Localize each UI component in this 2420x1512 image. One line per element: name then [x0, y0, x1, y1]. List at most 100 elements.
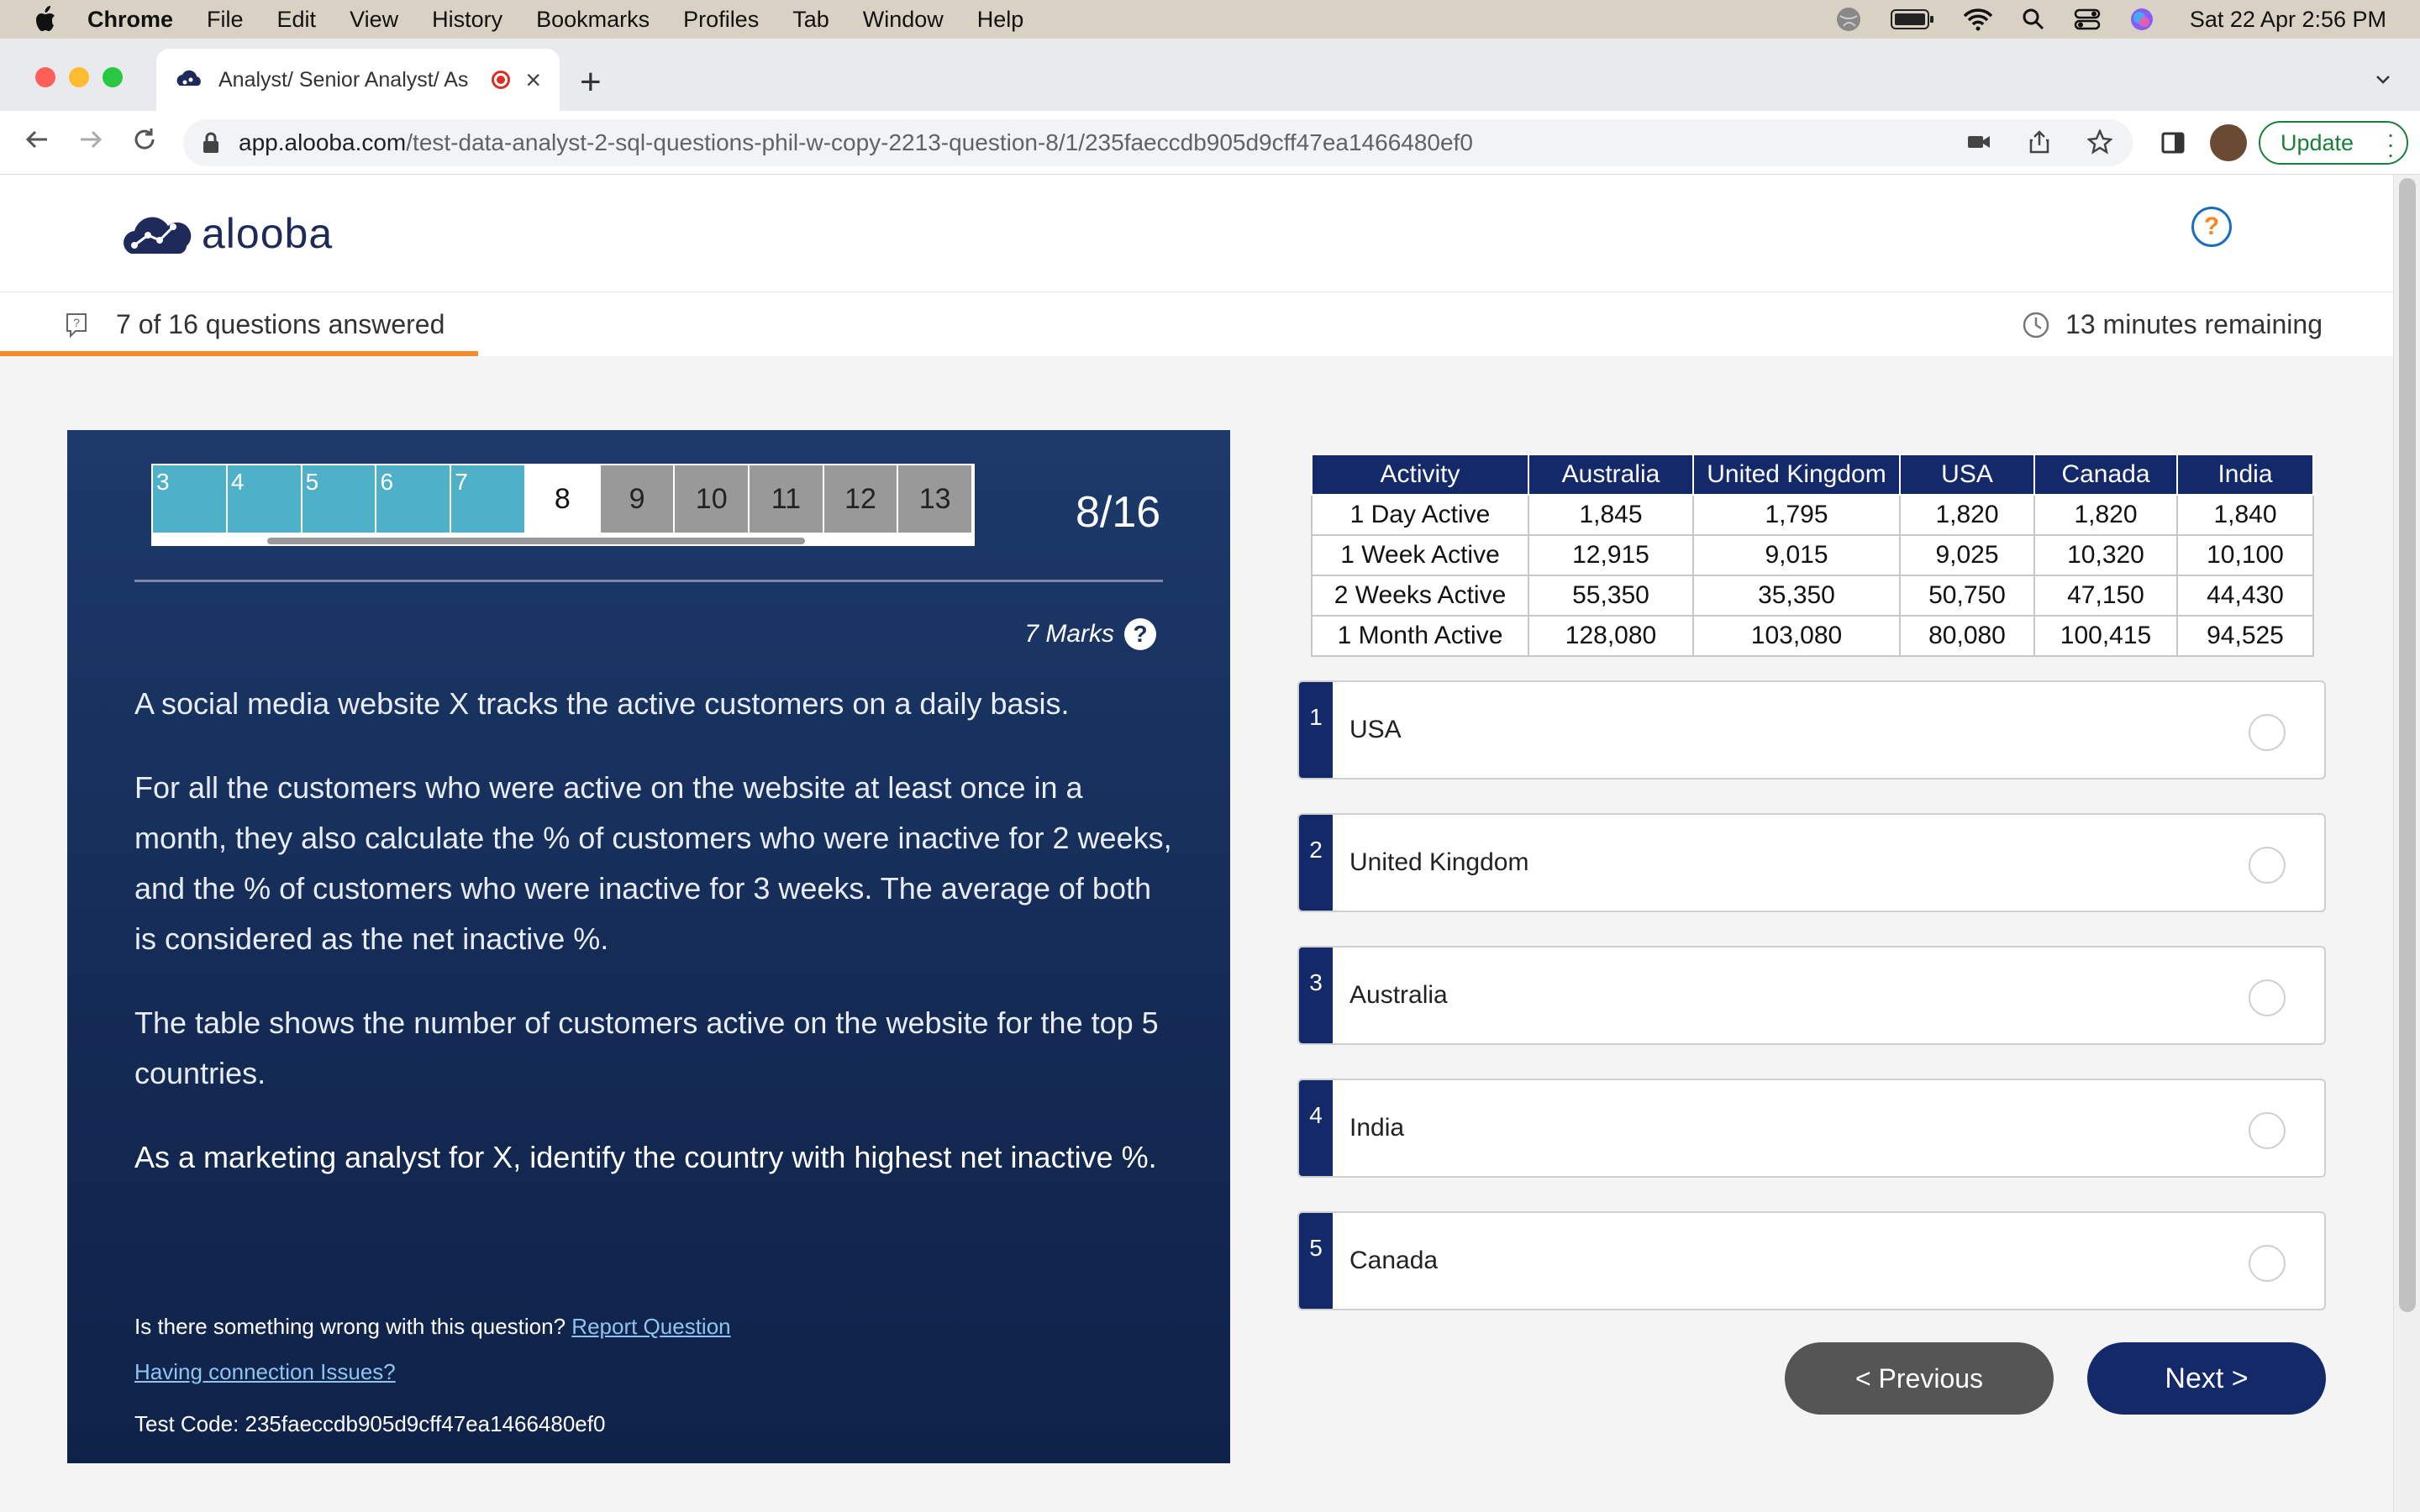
- menu-window[interactable]: Window: [863, 7, 944, 33]
- apple-icon[interactable]: [32, 5, 57, 34]
- table-cell: 47,150: [2033, 575, 2178, 617]
- omnibox-actions: [1966, 129, 2112, 155]
- question-paragraph: The table shows the number of customers …: [134, 1005, 1159, 1090]
- table-header-row: Activity Australia United Kingdom USA Ca…: [1311, 454, 2314, 496]
- table-row: 1 Month Active 128,080 103,080 80,080 100,41…: [1311, 615, 2314, 657]
- window-close-button[interactable]: [35, 67, 55, 87]
- reload-icon[interactable]: [131, 126, 158, 153]
- answered-text: 7 of 16 questions answered: [116, 309, 445, 339]
- new-tab-plus-icon[interactable]: +: [580, 64, 602, 101]
- marks-help-icon[interactable]: ?: [1124, 618, 1156, 650]
- table-row: 2 Weeks Active 55,350 35,350 50,750 47,150 44…: [1311, 575, 2314, 617]
- question-nav-cell[interactable]: 9: [600, 465, 676, 533]
- question-panel: 3 4 5 6 7 8 9 10 11 12 13 8/16 7 Marks ? A social …: [67, 430, 1230, 1463]
- camera-icon[interactable]: [1966, 129, 1991, 155]
- menu-tab[interactable]: Tab: [792, 7, 829, 33]
- report-line: Is there something wrong with this quest…: [134, 1314, 1176, 1340]
- tab-close-icon[interactable]: ×: [525, 65, 541, 96]
- profile-avatar[interactable]: [2210, 124, 2247, 161]
- connection-line: Having connection Issues?: [134, 1359, 1176, 1385]
- question-nav-cell[interactable]: 13: [898, 465, 973, 533]
- menu-view[interactable]: View: [350, 7, 398, 33]
- question-nav-cell[interactable]: 4: [227, 465, 302, 533]
- bookmark-star-icon[interactable]: [2087, 129, 2112, 155]
- table-header: USA: [1899, 454, 2035, 496]
- question-nav-cell[interactable]: 6: [376, 465, 452, 533]
- question-nav-cell[interactable]: 11: [750, 465, 824, 533]
- update-button-label: Update: [2281, 129, 2354, 155]
- menu-edit[interactable]: Edit: [277, 7, 317, 33]
- side-panel-icon[interactable]: [2161, 131, 2185, 155]
- page-scrollbar-thumb[interactable]: [2399, 178, 2416, 1312]
- option-label: India: [1349, 1114, 1405, 1142]
- option-radio[interactable]: [2249, 1112, 2286, 1149]
- answer-option[interactable]: 1 USA: [1297, 680, 2326, 780]
- share-icon[interactable]: [2027, 129, 2052, 155]
- question-nav-cell[interactable]: 7: [451, 465, 527, 533]
- question-nav-cell[interactable]: 8: [526, 465, 601, 533]
- option-radio[interactable]: [2249, 979, 2286, 1016]
- tab-title: Analyst/ Senior Analyst/ As: [218, 67, 469, 92]
- connection-issues-link[interactable]: Having connection Issues?: [134, 1359, 396, 1384]
- back-arrow-icon[interactable]: [24, 126, 50, 153]
- url-host: app.alooba.com: [239, 129, 407, 155]
- option-radio[interactable]: [2249, 714, 2286, 751]
- table-header: Activity: [1311, 454, 1529, 496]
- menu-profiles[interactable]: Profiles: [683, 7, 759, 33]
- report-prompt: Is there something wrong with this quest…: [134, 1314, 566, 1339]
- table-cell: 1 Week Active: [1311, 534, 1529, 576]
- lock-icon[interactable]: [202, 132, 220, 154]
- question-nav-cell[interactable]: 5: [302, 465, 377, 533]
- answer-option[interactable]: 4 India: [1297, 1079, 2326, 1178]
- alooba-logo[interactable]: alooba: [118, 205, 333, 262]
- report-question-link[interactable]: Report Question: [571, 1314, 730, 1339]
- next-button[interactable]: Next >: [2087, 1342, 2326, 1415]
- control-center-icon[interactable]: [2074, 8, 2101, 31]
- macos-menu-bar: Chrome File Edit View History Bookmarks …: [0, 0, 2420, 39]
- siri-icon[interactable]: [2129, 7, 2154, 32]
- window-minimize-button[interactable]: [69, 67, 89, 87]
- address-bar[interactable]: app.alooba.com/test-data-analyst-2-sql-q…: [183, 119, 2133, 166]
- battery-icon[interactable]: [1890, 8, 1934, 30]
- menu-app-chrome[interactable]: Chrome: [87, 7, 173, 33]
- menu-file[interactable]: File: [207, 7, 244, 33]
- page-scrollbar[interactable]: [2393, 175, 2420, 1512]
- option-radio[interactable]: [2249, 847, 2286, 884]
- logo-wordmark: alooba: [202, 210, 334, 257]
- option-radio[interactable]: [2249, 1245, 2286, 1282]
- menubar-clock[interactable]: Sat 22 Apr 2:56 PM: [2190, 7, 2386, 33]
- table-cell: 1,820: [2033, 494, 2178, 536]
- navigator-scrollbar[interactable]: [267, 538, 805, 544]
- tab-search-chevron-icon[interactable]: [2375, 71, 2391, 87]
- table-cell: 9,025: [1899, 534, 2035, 576]
- answer-option[interactable]: 5 Canada: [1297, 1211, 2326, 1310]
- browser-tab-active[interactable]: Analyst/ Senior Analyst/ As ×: [156, 49, 560, 111]
- table-cell: 1,840: [2176, 494, 2314, 536]
- window-zoom-button[interactable]: [103, 67, 123, 87]
- table-row: 1 Day Active 1,845 1,795 1,820 1,820 1,840: [1311, 494, 2314, 536]
- update-button[interactable]: Update · · ·: [2259, 121, 2408, 166]
- wifi-icon[interactable]: [1963, 8, 1993, 31]
- question-nav-cell[interactable]: 3: [153, 465, 228, 533]
- table-cell: 100,415: [2033, 615, 2178, 657]
- help-question-icon[interactable]: ?: [2191, 207, 2232, 247]
- spotlight-search-icon[interactable]: [2022, 8, 2045, 31]
- forward-arrow-icon[interactable]: [77, 126, 104, 153]
- answer-option[interactable]: 2 United Kingdom: [1297, 813, 2326, 912]
- recording-indicator-icon: [492, 71, 511, 89]
- menu-bookmarks[interactable]: Bookmarks: [536, 7, 650, 33]
- menu-help[interactable]: Help: [977, 7, 1024, 33]
- alooba-cloud-logo-icon: [124, 217, 192, 254]
- table-cell: 80,080: [1899, 615, 2035, 657]
- previous-button[interactable]: < Previous: [1785, 1342, 2054, 1415]
- answer-option[interactable]: 3 Australia: [1297, 946, 2326, 1045]
- progress-fill: [0, 351, 478, 356]
- table-cell: 10,100: [2176, 534, 2314, 576]
- question-nav-cell[interactable]: 12: [823, 465, 899, 533]
- question-nav-cell[interactable]: 10: [675, 465, 750, 533]
- vpn-globe-icon[interactable]: [1835, 6, 1862, 33]
- browser-tab-strip: Analyst/ Senior Analyst/ As × +: [0, 39, 2420, 111]
- option-label: USA: [1349, 716, 1402, 743]
- more-options-icon[interactable]: · · ·: [2386, 123, 2394, 166]
- menu-history[interactable]: History: [432, 7, 502, 33]
